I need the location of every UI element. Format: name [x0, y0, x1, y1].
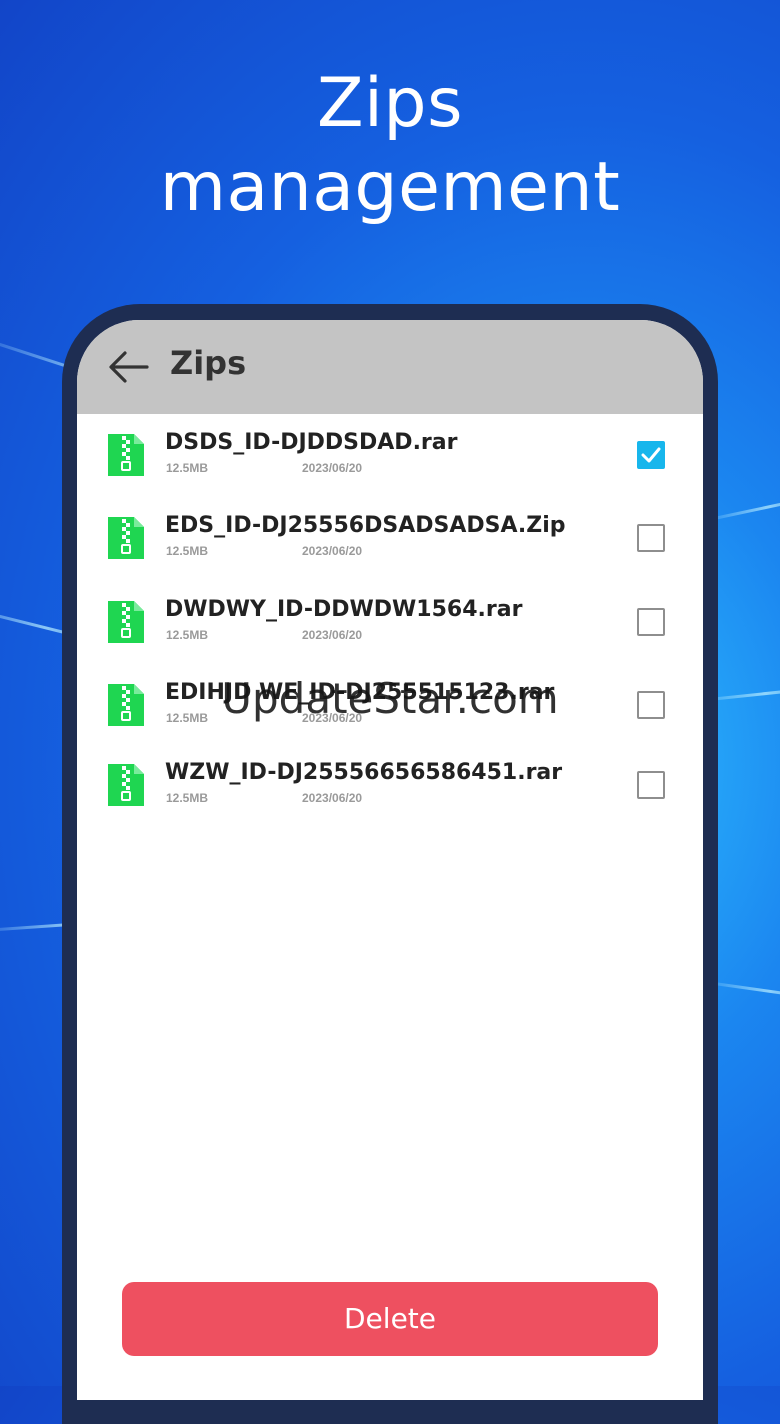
list-item[interactable]: EDIHJD WE_ID-DJ255515123.rar 12.5MB 2023… — [77, 664, 703, 744]
file-date: 2023/06/20 — [302, 544, 363, 558]
promo-title-line1: Zips — [316, 64, 464, 143]
app-bar: Zips — [77, 320, 703, 414]
zip-file-icon — [108, 764, 144, 806]
file-name: EDS_ID-DJ25556DSADSADSA.Zip — [165, 513, 566, 538]
file-checkbox[interactable] — [637, 608, 665, 636]
file-size: 12.5MB — [166, 711, 209, 725]
file-checkbox[interactable] — [637, 524, 665, 552]
file-name: WZW_ID-DJ25556656586451.rar — [165, 760, 563, 785]
file-size: 12.5MB — [166, 791, 209, 805]
file-date: 2023/06/20 — [302, 461, 363, 475]
file-checkbox[interactable] — [637, 691, 665, 719]
file-name: EDIHJD WE_ID-DJ255515123.rar — [165, 680, 555, 705]
file-date: 2023/06/20 — [302, 791, 363, 805]
file-name: DSDS_ID-DJDDSDAD.rar — [165, 430, 458, 455]
back-button[interactable] — [107, 347, 151, 387]
promo-title-line2: management — [159, 148, 621, 227]
file-size: 12.5MB — [166, 461, 209, 475]
file-name: DWDWY_ID-DDWDW1564.rar — [165, 597, 523, 622]
delete-button[interactable]: Delete — [122, 1282, 658, 1356]
file-checkbox[interactable] — [637, 771, 665, 799]
checkmark-icon — [641, 447, 661, 463]
list-item[interactable]: DSDS_ID-DJDDSDAD.rar 12.5MB 2023/06/20 — [77, 414, 703, 494]
list-item[interactable]: DWDWY_ID-DDWDW1564.rar 12.5MB 2023/06/20 — [77, 581, 703, 661]
file-size: 12.5MB — [166, 544, 209, 558]
zip-file-icon — [108, 684, 144, 726]
list-item[interactable]: WZW_ID-DJ25556656586451.rar 12.5MB 2023/… — [77, 744, 703, 824]
arrow-left-icon — [109, 351, 149, 383]
zip-file-icon — [108, 434, 144, 476]
list-item[interactable]: EDS_ID-DJ25556DSADSADSA.Zip 12.5MB 2023/… — [77, 497, 703, 577]
file-date: 2023/06/20 — [302, 628, 363, 642]
promo-title: Zips management — [0, 62, 780, 230]
file-checkbox[interactable] — [637, 441, 665, 469]
zip-file-icon — [108, 601, 144, 643]
app-title: Zips — [170, 344, 247, 382]
phone-screen: Zips DSDS_ID-DJDDSDAD.rar 12.5MB 2023/06… — [77, 320, 703, 1400]
file-date: 2023/06/20 — [302, 711, 363, 725]
file-size: 12.5MB — [166, 628, 209, 642]
zip-file-icon — [108, 517, 144, 559]
